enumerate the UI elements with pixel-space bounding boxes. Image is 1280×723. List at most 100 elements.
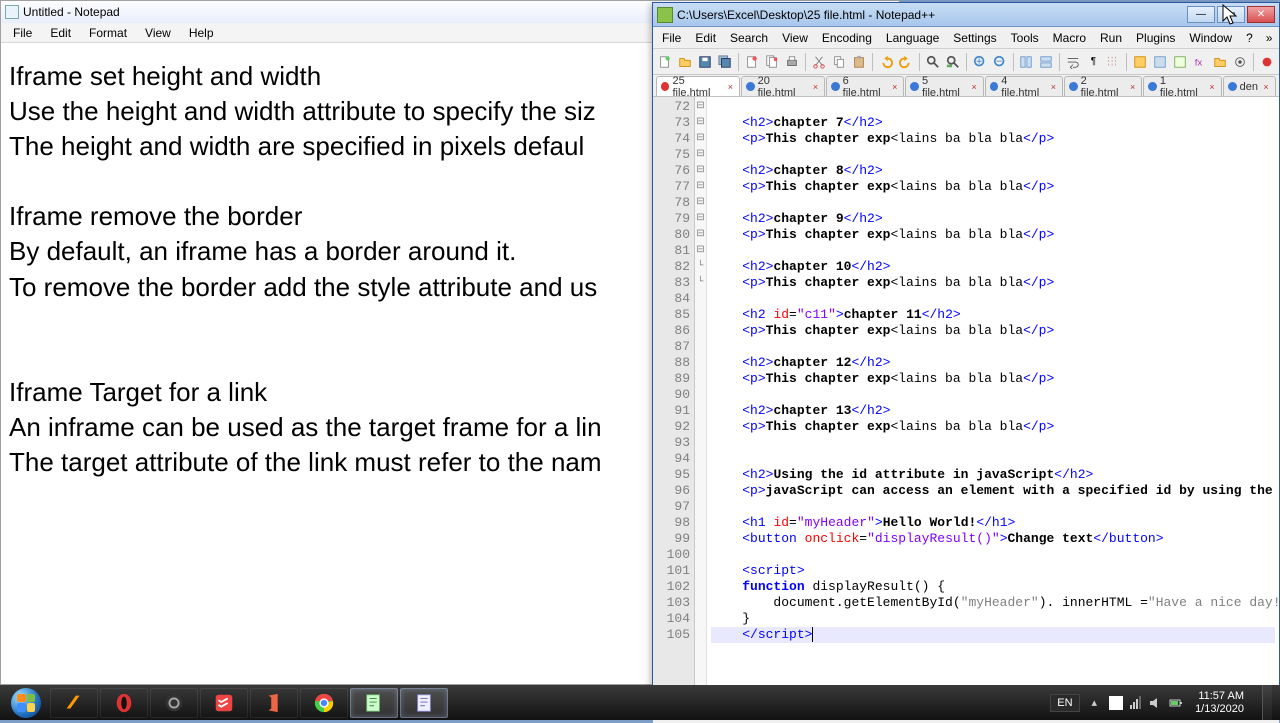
tab-25-file-html[interactable]: 25 file.html × xyxy=(656,76,740,96)
npp-menu-window[interactable]: Window xyxy=(1182,29,1239,47)
sync-v-icon[interactable] xyxy=(1018,53,1036,71)
taskbar-app-winamp[interactable] xyxy=(50,688,98,718)
tray-volume-icon[interactable] xyxy=(1149,696,1163,710)
tab-close-icon[interactable]: × xyxy=(1207,82,1216,92)
taskbar-app-chrome[interactable] xyxy=(300,688,348,718)
fold-column[interactable]: ⊟ ⊟ ⊟ ⊟ ⊟ ⊟ ⊟ ⊟ ⊟ ⊟ └ └ xyxy=(695,97,707,687)
tab-close-icon[interactable]: × xyxy=(726,82,735,92)
tab-den[interactable]: den× xyxy=(1223,76,1276,96)
svg-text:fx: fx xyxy=(1195,57,1203,68)
redo-icon[interactable] xyxy=(897,53,915,71)
taskbar-app-notepadpp[interactable] xyxy=(350,688,398,718)
start-button[interactable] xyxy=(4,688,48,718)
open-file-icon[interactable] xyxy=(676,53,694,71)
folder-icon[interactable] xyxy=(1211,53,1229,71)
code-editor[interactable]: 72 73 74 75 76 77 78 79 80 81 82 83 84 8… xyxy=(653,97,1279,687)
maximize-button[interactable]: ▭ xyxy=(1217,6,1245,23)
tray-power-icon[interactable] xyxy=(1169,696,1183,710)
doc-list-icon[interactable] xyxy=(1171,53,1189,71)
doc-map-icon[interactable] xyxy=(1151,53,1169,71)
cut-icon[interactable] xyxy=(810,53,828,71)
npp-menu-encoding[interactable]: Encoding xyxy=(815,29,879,47)
show-desktop-button[interactable] xyxy=(1262,685,1272,720)
notepad-title: Untitled - Notepad xyxy=(23,5,120,19)
tab-20-file-html[interactable]: 20 file.html× xyxy=(741,76,825,96)
notepad-menu-file[interactable]: File xyxy=(5,24,40,42)
print-icon[interactable] xyxy=(783,53,801,71)
notepad-menu-view[interactable]: View xyxy=(137,24,179,42)
npp-menu-tools[interactable]: Tools xyxy=(1004,29,1046,47)
tab-close-icon[interactable]: × xyxy=(969,82,978,92)
tray-date: 1/13/2020 xyxy=(1195,703,1244,715)
tab-label: 25 file.html xyxy=(672,75,722,97)
windows-taskbar: EN ▴ 11:57 AM 1/13/2020 xyxy=(0,685,1280,720)
npp-menu-search[interactable]: Search xyxy=(723,29,775,47)
tab-status-icon xyxy=(831,82,839,91)
new-file-icon[interactable] xyxy=(656,53,674,71)
tab-4-file-html[interactable]: 4 file.html× xyxy=(985,76,1063,96)
tab-5-file-html[interactable]: 5 file.html× xyxy=(905,76,983,96)
tray-network-icon[interactable] xyxy=(1129,696,1143,710)
notepad-menu-format[interactable]: Format xyxy=(81,24,135,42)
npp-toolbar: ¶ fx xyxy=(653,49,1279,75)
notepad-icon xyxy=(5,5,19,19)
all-chars-icon[interactable]: ¶ xyxy=(1084,53,1102,71)
npp-menu-settings[interactable]: Settings xyxy=(946,29,1003,47)
npp-menu-[interactable]: ? xyxy=(1239,29,1260,47)
tray-chevron-up-icon[interactable]: ▴ xyxy=(1092,696,1098,709)
close-file-icon[interactable] xyxy=(743,53,761,71)
npp-menu-macro[interactable]: Macro xyxy=(1046,29,1093,47)
close-all-icon[interactable] xyxy=(763,53,781,71)
notepad-menu-help[interactable]: Help xyxy=(181,24,222,42)
npp-menu-file[interactable]: File xyxy=(655,29,688,47)
sync-h-icon[interactable] xyxy=(1037,53,1055,71)
record-macro-icon[interactable] xyxy=(1258,53,1276,71)
menu-overflow-icon[interactable]: » xyxy=(1260,29,1279,47)
tab-2-file-html[interactable]: 2 file.html× xyxy=(1064,76,1142,96)
npp-menu-language[interactable]: Language xyxy=(879,29,946,47)
tab-close-icon[interactable]: × xyxy=(811,82,820,92)
zoom-in-icon[interactable] xyxy=(971,53,989,71)
taskbar-app-obs[interactable] xyxy=(150,688,198,718)
indent-guide-icon[interactable] xyxy=(1104,53,1122,71)
tab-1-file-html[interactable]: 1 file.html× xyxy=(1143,76,1221,96)
monitor-icon[interactable] xyxy=(1231,53,1249,71)
tray-language[interactable]: EN xyxy=(1050,694,1079,712)
undo-icon[interactable] xyxy=(877,53,895,71)
tab-close-icon[interactable]: × xyxy=(1261,82,1271,92)
npp-titlebar[interactable]: C:\Users\Excel\Desktop\25 file.html - No… xyxy=(653,3,1279,27)
taskbar-app-opera[interactable] xyxy=(100,688,148,718)
tab-status-icon xyxy=(1228,82,1237,91)
tab-6-file-html[interactable]: 6 file.html× xyxy=(826,76,904,96)
tab-close-icon[interactable]: × xyxy=(1049,82,1058,92)
npp-menu-run[interactable]: Run xyxy=(1093,29,1129,47)
npp-title: C:\Users\Excel\Desktop\25 file.html - No… xyxy=(677,8,935,22)
taskbar-app-notepad[interactable] xyxy=(400,688,448,718)
copy-icon[interactable] xyxy=(830,53,848,71)
taskbar-app-todoist[interactable] xyxy=(200,688,248,718)
tab-close-icon[interactable]: × xyxy=(1128,82,1137,92)
zoom-out-icon[interactable] xyxy=(991,53,1009,71)
paste-icon[interactable] xyxy=(850,53,868,71)
taskbar-app-office[interactable] xyxy=(250,688,298,718)
minimize-button[interactable]: — xyxy=(1187,6,1215,23)
tab-close-icon[interactable]: × xyxy=(890,82,899,92)
tab-label: 5 file.html xyxy=(922,75,966,97)
npp-menu-plugins[interactable]: Plugins xyxy=(1129,29,1182,47)
lang-udef-icon[interactable] xyxy=(1131,53,1149,71)
save-all-icon[interactable] xyxy=(716,53,734,71)
func-list-icon[interactable]: fx xyxy=(1191,53,1209,71)
tab-label: den xyxy=(1240,81,1258,93)
tray-clock[interactable]: 11:57 AM 1/13/2020 xyxy=(1195,690,1244,714)
save-icon[interactable] xyxy=(696,53,714,71)
notepad-menu-edit[interactable]: Edit xyxy=(42,24,79,42)
find-icon[interactable] xyxy=(924,53,942,71)
npp-menu-edit[interactable]: Edit xyxy=(688,29,723,47)
code-area[interactable]: <h2>chapter 7</h2> <p>This chapter exp<l… xyxy=(707,97,1279,687)
tray-flag-icon[interactable] xyxy=(1109,696,1123,710)
notepadpp-window: C:\Users\Excel\Desktop\25 file.html - No… xyxy=(652,2,1280,688)
npp-menu-view[interactable]: View xyxy=(775,29,815,47)
close-button[interactable]: ✕ xyxy=(1247,6,1275,23)
wordwrap-icon[interactable] xyxy=(1064,53,1082,71)
replace-icon[interactable] xyxy=(944,53,962,71)
